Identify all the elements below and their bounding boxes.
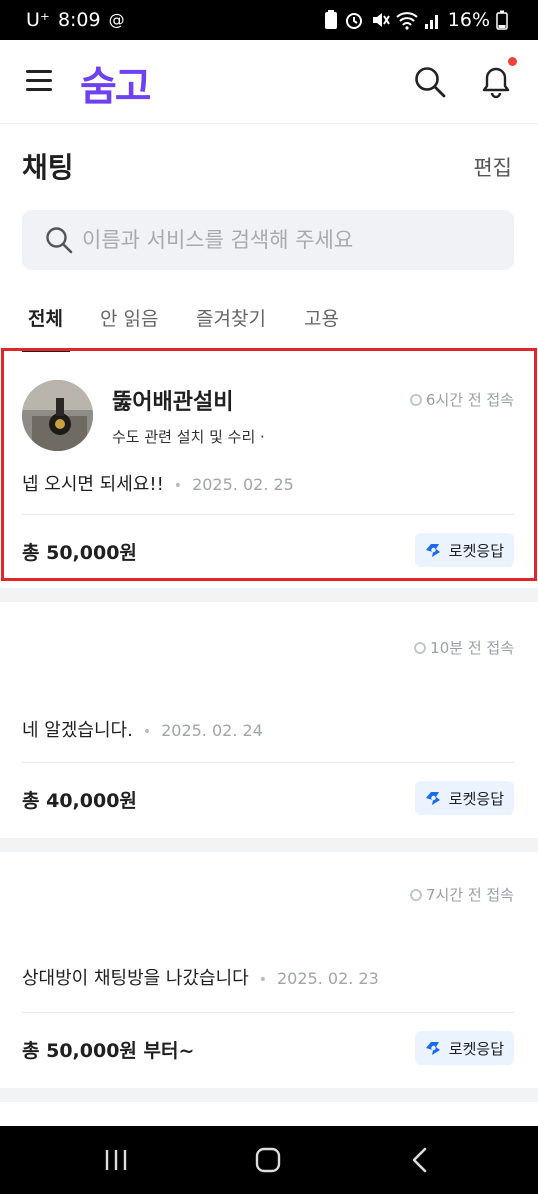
price-label: 총 40,000원 <box>22 790 137 812</box>
tab-unread[interactable]: 안 읽음 <box>100 304 158 331</box>
last-access: 6시간 전 접속 <box>409 389 514 410</box>
chat-message-row: 네 알겠습니다. • 2025. 02. 24 <box>22 720 263 741</box>
app-header: 숨고 <box>0 40 538 124</box>
bell-icon[interactable] <box>476 60 516 100</box>
status-ring-icon <box>414 641 427 654</box>
badge-label: 로켓응답 <box>448 541 504 560</box>
tab-hire[interactable]: 고용 <box>304 304 339 331</box>
last-message: 넵 오시면 되세요!! <box>22 474 164 495</box>
chat-message-row: 상대방이 채팅방을 나갔습니다 • 2025. 02. 23 <box>22 968 379 989</box>
status-ring-icon <box>409 393 422 406</box>
last-message: 상대방이 채팅방을 나갔습니다 <box>22 968 249 989</box>
battery-percent: 16% <box>447 9 490 31</box>
rocket-response-badge: 로켓응답 <box>414 533 514 567</box>
mute-icon <box>372 13 390 27</box>
last-access-text: 6시간 전 접속 <box>425 391 514 409</box>
tab-all[interactable]: 전체 <box>28 304 63 331</box>
chat-message-row: 넵 오시면 되세요!! • 2025. 02. 25 <box>22 474 294 495</box>
search-icon <box>46 227 73 254</box>
carrier-label: U⁺ <box>26 9 50 31</box>
chat-item[interactable]: 뚫어배관설비 수도 관련 설치 및 수리 · 6시간 전 접속 넵 오시면 되세… <box>0 352 538 588</box>
clock: 8:09 <box>57 9 101 31</box>
search-icon[interactable] <box>412 64 448 100</box>
threads-icon: @ <box>108 10 125 29</box>
message-date: 2025. 02. 23 <box>277 969 379 988</box>
rocket-response-icon <box>425 792 440 805</box>
tab-favorites[interactable]: 즐겨찾기 <box>196 304 266 331</box>
app-logo[interactable]: 숨고 <box>80 54 152 112</box>
recent-apps-icon[interactable] <box>96 1144 136 1176</box>
edit-button[interactable]: 편집 <box>473 152 512 182</box>
message-date: 2025. 02. 25 <box>192 475 294 494</box>
last-access-text: 7시간 전 접속 <box>425 886 514 904</box>
divider <box>22 1012 514 1013</box>
back-icon[interactable] <box>400 1144 440 1176</box>
signal-icon <box>424 15 438 29</box>
rocket-response-icon <box>425 1042 440 1055</box>
battery-icon <box>496 10 508 30</box>
search-bar[interactable] <box>22 210 514 270</box>
avatar <box>22 380 93 451</box>
section-separator <box>0 1088 538 1102</box>
chat-name: 뚫어배관설비 <box>112 390 234 415</box>
battery-saver-icon <box>324 10 337 29</box>
status-bar: U⁺ 8:09 @ 16% <box>0 0 538 40</box>
badge-label: 로켓응답 <box>448 1039 504 1058</box>
chat-tabs: 전체 안 읽음 즐겨찾기 고용 <box>0 300 538 352</box>
rocket-response-icon <box>425 544 440 557</box>
chat-item[interactable] <box>0 1102 538 1126</box>
last-access: 7시간 전 접속 <box>409 884 514 905</box>
last-message: 네 알겠습니다. <box>22 720 133 741</box>
search-input[interactable] <box>82 220 502 260</box>
chat-item[interactable]: 10분 전 접속 네 알겠습니다. • 2025. 02. 24 총 40,000원… <box>0 602 538 838</box>
page-title: 채팅 <box>22 151 74 184</box>
alarm-icon <box>345 13 362 29</box>
last-access: 10분 전 접속 <box>414 637 514 658</box>
chat-item[interactable]: 7시간 전 접속 상대방이 채팅방을 나갔습니다 • 2025. 02. 23 총 … <box>0 852 538 1088</box>
section-separator <box>0 838 538 852</box>
rocket-response-badge: 로켓응답 <box>414 781 514 815</box>
last-access-text: 10분 전 접속 <box>430 639 514 657</box>
badge-label: 로켓응답 <box>448 789 504 808</box>
chat-service: 수도 관련 설치 및 수리 · <box>112 428 265 446</box>
message-date: 2025. 02. 24 <box>161 721 263 740</box>
hamburger-icon[interactable] <box>26 70 52 92</box>
price-label: 총 50,000원 <box>22 542 137 564</box>
section-separator <box>0 588 538 602</box>
price-label: 총 50,000원 부터~ <box>22 1040 195 1062</box>
divider <box>22 762 514 763</box>
divider <box>22 514 514 515</box>
rocket-response-badge: 로켓응답 <box>414 1031 514 1065</box>
notification-badge <box>508 57 517 66</box>
system-nav-bar <box>0 1126 538 1194</box>
home-icon[interactable] <box>248 1144 288 1176</box>
wifi-icon <box>396 12 418 30</box>
status-ring-icon <box>409 888 422 901</box>
